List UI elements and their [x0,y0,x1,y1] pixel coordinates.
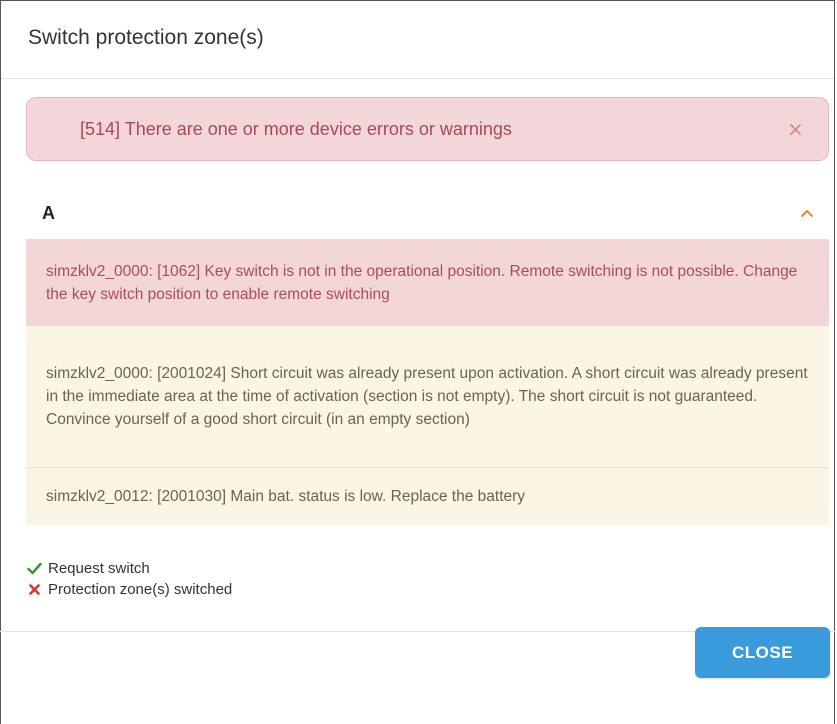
error-alert: [514] There are one or more device error… [26,97,829,161]
status-item-zone-switched: Protection zone(s) switched [26,579,232,600]
status-item-request-switch: Request switch [26,558,232,579]
check-icon [26,561,42,577]
close-button[interactable]: CLOSE [695,627,830,678]
message-text: simzklv2_0012: [2001030] Main bat. statu… [46,488,526,505]
chevron-up-icon[interactable] [793,199,821,227]
section-title: A [42,202,55,223]
message-text: simzklv2_0000: [2001024] Short circuit w… [46,365,808,428]
section-header[interactable]: A [26,188,829,238]
alert-message: [514] There are one or more device error… [80,118,512,139]
error-message: simzklv2_0000: [1062] Key switch is not … [26,239,829,326]
warning-message: simzklv2_0012: [2001030] Main bat. statu… [26,468,829,525]
cross-icon [26,582,42,598]
close-x-icon[interactable] [778,112,812,146]
status-label: Protection zone(s) switched [48,581,233,598]
message-text: simzklv2_0000: [1062] Key switch is not … [46,262,798,303]
status-label: Request switch [48,560,150,577]
status-list: Request switch Protection zone(s) switch… [26,558,232,600]
dialog-header: Switch protection zone(s) [1,1,834,79]
dialog-title: Switch protection zone(s) [28,25,264,49]
message-list: simzklv2_0000: [1062] Key switch is not … [26,239,829,525]
warning-message: simzklv2_0000: [2001024] Short circuit w… [26,326,829,468]
